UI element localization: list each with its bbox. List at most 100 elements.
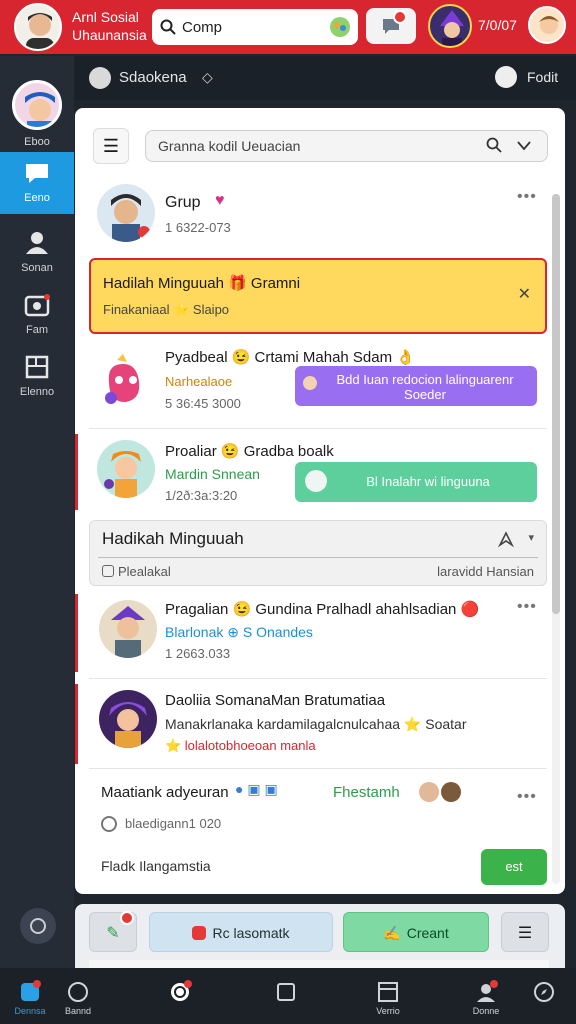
nav-discover[interactable]: Bannd [48, 972, 108, 1016]
create-button[interactable]: ✍ Creant [343, 912, 489, 952]
chat-bubble-icon [26, 164, 48, 183]
row-title: Proaliar 😉 Gradba boalk [165, 443, 334, 460]
caret-down-icon[interactable]: ▾ [528, 531, 534, 544]
nav-notifications[interactable] [150, 972, 210, 1006]
row-subtitle: Manakrlanaka kardamilagalcnulcahaa ⭐ Soa… [165, 716, 467, 732]
divider [89, 768, 547, 769]
list-item[interactable]: Pyadbeal 😉 Crtami Mahah Sdam 👌 Narhealao… [89, 340, 547, 428]
list-item-group[interactable]: Grup ♥ 1 6322-073 ••• [89, 182, 547, 252]
rail-item-chats[interactable]: Eeno [0, 152, 74, 214]
rail-avatar[interactable] [12, 80, 62, 130]
scroll-thumb[interactable] [552, 194, 560, 614]
subheader-right-label[interactable]: Fodit [527, 69, 558, 85]
rail-item-contacts[interactable]: Sonan [0, 222, 74, 284]
row-subtitle-2: ⭐ lolalotobhoeoan manla [165, 738, 316, 753]
nav-stories[interactable] [256, 972, 316, 1006]
pill-text: Bl Inalahr wi linguuna [366, 474, 490, 489]
list-item[interactable]: Maatiank adyeuran ● ▣ ▣ Fhestamh ••• bla… [89, 774, 547, 844]
user-avatar[interactable] [14, 3, 62, 51]
menu-icon: ☰ [102, 136, 120, 156]
list-menu-button[interactable]: ☰ [93, 128, 129, 164]
section-header[interactable]: Hadikah Minguuah ▾ Plealakal laravidd Ha… [89, 520, 547, 586]
bell-icon [171, 980, 192, 1001]
info-icon[interactable] [495, 66, 517, 88]
row-tag: Fhestamh [333, 784, 400, 801]
more-icon[interactable]: ••• [517, 598, 537, 616]
rail-item-lists[interactable]: Elenno [0, 346, 74, 408]
rail-avatar-label: Eboo [24, 136, 50, 148]
avatar-mini-icon [305, 470, 327, 492]
left-rail: Eboo Eeno Sonan Fam Elenno [0, 56, 74, 968]
chevron-down-icon[interactable] [516, 137, 532, 153]
heart-icon: ♥ [215, 192, 225, 209]
unread-marker [75, 684, 78, 764]
menu-button[interactable]: ☰ [501, 912, 549, 952]
nav-views[interactable]: Verrio [358, 972, 418, 1016]
window-icon [378, 982, 398, 1002]
profile-icon [477, 980, 498, 1002]
top-bar: Arnl Sosial Uhaunansia Comp 7/0/07 [0, 0, 576, 54]
footer-label: Fladk Ilangamstia [101, 858, 211, 874]
subheader-title: Sdaokena [119, 69, 187, 86]
rail-item-label: Fam [26, 324, 48, 336]
row-date: 1/2ð:3a:3:20 [165, 488, 238, 503]
more-icon[interactable]: ••• [517, 188, 537, 206]
top-search-field[interactable]: Comp [152, 9, 358, 45]
react-label: Rc lasomatk [212, 925, 290, 941]
row-date: 5 36:45 3000 [165, 396, 241, 411]
react-button[interactable]: Rc lasomatk [149, 912, 333, 952]
refresh-icon [101, 816, 117, 832]
emoji-icons: ● ▣ ▣ [235, 781, 278, 797]
tool-button[interactable]: ✎ [89, 911, 137, 952]
messages-button[interactable] [366, 8, 416, 44]
top-search-value: Comp [182, 18, 223, 36]
close-icon[interactable]: ✕ [518, 284, 531, 304]
nav-profile[interactable]: Donne [456, 972, 516, 1016]
list-item[interactable]: Proaliar 😉 Gradba boalk Mardin Snnean 1/… [89, 434, 547, 514]
pill-text: Bdd Iuan redocion lalinguarenr Soeder [336, 372, 514, 402]
pen-icon: ✍ [383, 925, 401, 941]
rail-item-camera[interactable]: Fam [0, 284, 74, 346]
pin-icon[interactable] [496, 529, 516, 549]
eye-icon[interactable]: ◇ [202, 69, 213, 86]
camera-icon [24, 294, 50, 317]
square-icon [277, 983, 295, 1001]
sticker-icon [330, 17, 350, 37]
nav-explore[interactable] [514, 972, 574, 1006]
nav-label: Dennsa [14, 1006, 46, 1016]
nav-label: Donne [472, 1006, 500, 1016]
list-item[interactable]: Daoliia SomanaMan Bratumatiaa Manakrlana… [89, 684, 547, 766]
row-title: Maatiank adyeuran [101, 784, 229, 801]
translate-pill[interactable]: Bl Inalahr wi linguuna [295, 462, 537, 502]
rail-item-label: Sonan [21, 262, 53, 274]
more-icon[interactable]: ••• [517, 788, 537, 806]
row-date: blaedigann1 020 [125, 816, 222, 831]
bottom-nav: Dennsa Bannd Verrio Donne [0, 968, 576, 1024]
send-button[interactable]: est [481, 849, 547, 885]
profile-avatar[interactable] [528, 6, 566, 44]
create-label: Creant [406, 925, 449, 941]
banner-title: Hadilah Minguuah 🎁 Gramni [103, 275, 301, 292]
avatar [97, 352, 155, 410]
rail-item-label: Elenno [19, 386, 55, 398]
action-bar: ✎ Rc lasomatk ✍ Creant ☰ [75, 904, 565, 970]
friend-avatar[interactable] [428, 4, 472, 48]
settings-icon[interactable] [20, 908, 56, 944]
send-label: est [505, 859, 523, 874]
globe-icon [68, 982, 88, 1002]
translate-pill[interactable]: Bdd Iuan redocion lalinguarenr Soeder [295, 366, 537, 406]
chat-icon [21, 980, 41, 1001]
search-icon[interactable] [486, 137, 502, 153]
group-title: Grup [165, 194, 201, 211]
nav-label: Verrio [376, 1006, 400, 1016]
avatar [97, 184, 155, 242]
brand-line-1: Arnl Sosial [72, 9, 139, 25]
weekly-reward-banner[interactable]: Hadilah Minguuah 🎁 Gramni Finakaniaal ⭐ … [89, 258, 547, 334]
scrollbar[interactable] [552, 194, 560, 884]
search-icon[interactable] [89, 67, 111, 89]
row-title: Daoliia SomanaMan Bratumatiaa [165, 692, 386, 709]
notification-badge [120, 911, 134, 925]
chat-list-panel: ☰ Grup ♥ 1 6322-073 ••• Hadilah Minguuah… [75, 108, 565, 894]
list-item[interactable]: Pragalian 😉 Gundina Pralhadl ahahlsadian… [89, 592, 547, 678]
group-date: 1 6322-073 [165, 220, 231, 235]
